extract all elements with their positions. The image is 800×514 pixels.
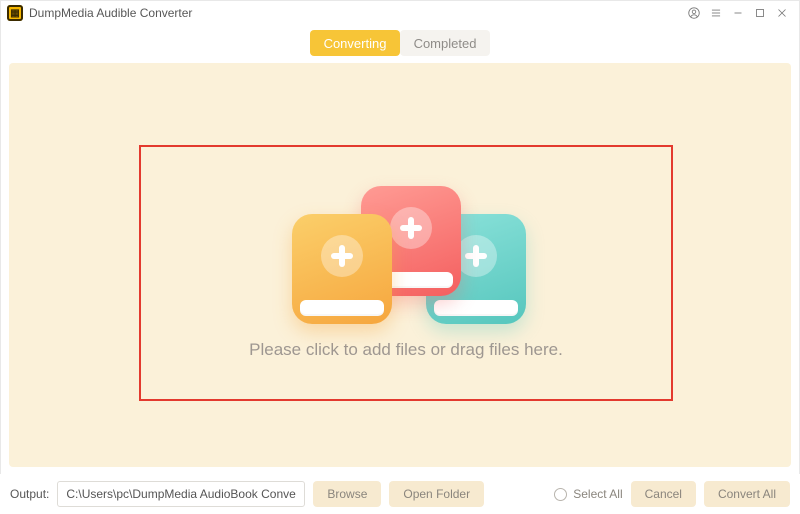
tab-completed[interactable]: Completed [400, 30, 490, 56]
minimize-button[interactable] [727, 2, 749, 24]
dropzone-hint: Please click to add files or drag files … [249, 340, 563, 360]
output-path-input[interactable] [57, 481, 305, 507]
cancel-button[interactable]: Cancel [631, 481, 696, 507]
close-button[interactable] [771, 2, 793, 24]
menu-icon[interactable] [705, 2, 727, 24]
open-folder-button[interactable]: Open Folder [389, 481, 484, 507]
bottom-bar: Output: Browse Open Folder Select All Ca… [0, 474, 800, 514]
app-logo: ▦ [7, 5, 23, 21]
output-label: Output: [10, 487, 49, 501]
radio-icon [554, 488, 567, 501]
title-bar: ▦ DumpMedia Audible Converter [1, 1, 799, 25]
select-all-label: Select All [573, 487, 622, 501]
tab-bar: Converting Completed [1, 25, 799, 61]
dropzone-illustration [276, 186, 536, 316]
browse-button[interactable]: Browse [313, 481, 381, 507]
book-orange-icon [292, 214, 392, 324]
maximize-button[interactable] [749, 2, 771, 24]
convert-all-button[interactable]: Convert All [704, 481, 790, 507]
tab-converting[interactable]: Converting [310, 30, 400, 56]
account-icon[interactable] [683, 2, 705, 24]
file-dropzone[interactable]: Please click to add files or drag files … [139, 145, 673, 401]
app-title: DumpMedia Audible Converter [29, 6, 192, 20]
select-all-toggle[interactable]: Select All [554, 487, 622, 501]
workspace: Please click to add files or drag files … [9, 63, 791, 467]
